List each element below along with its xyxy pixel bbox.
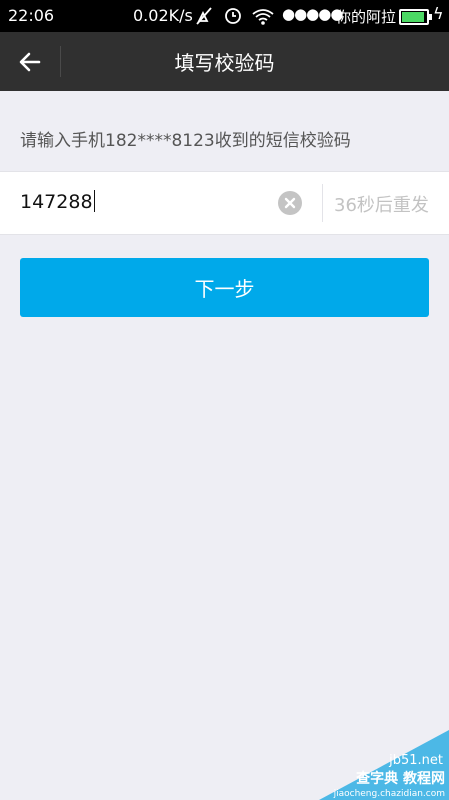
signal-strength-icon: ●●●●● [282, 5, 343, 23]
carrier-name: 你的阿拉 [336, 8, 397, 26]
title-bar: 填写校验码 [0, 32, 449, 91]
status-icons [195, 4, 275, 32]
verification-code-input[interactable]: 147288 [20, 190, 96, 214]
watermark: jb51.net 查字典 教程网 jiaocheng.chazidian.com [309, 730, 449, 800]
close-icon [284, 197, 296, 209]
silent-alarm-wifi-icons [196, 7, 274, 25]
sms-hint-text: 请输入手机182****8123收到的短信校验码 [20, 131, 351, 151]
status-bar: 22:06 0.02K/s ●●●●● 你的阿拉 ϟ [0, 0, 449, 32]
watermark-url: jiaocheng.chazidian.com [333, 789, 445, 799]
page-title: 填写校验码 [174, 51, 275, 75]
divider [322, 184, 323, 222]
network-speed: 0.02K/s [133, 6, 193, 25]
next-step-button[interactable]: 下一步 [20, 258, 429, 317]
verification-code-row: 147288 36秒后重发 [0, 171, 449, 235]
text-cursor [93, 190, 96, 212]
battery-icon [399, 9, 432, 25]
watermark-text: 查字典 教程网 [356, 771, 445, 787]
watermark-site: jb51.net [389, 753, 443, 768]
clear-input-button[interactable] [278, 191, 302, 215]
resend-countdown-button[interactable]: 36秒后重发 [334, 191, 429, 217]
charging-icon: ϟ [433, 4, 444, 23]
code-value: 147288 [20, 191, 93, 213]
status-time: 22:06 [8, 6, 55, 25]
